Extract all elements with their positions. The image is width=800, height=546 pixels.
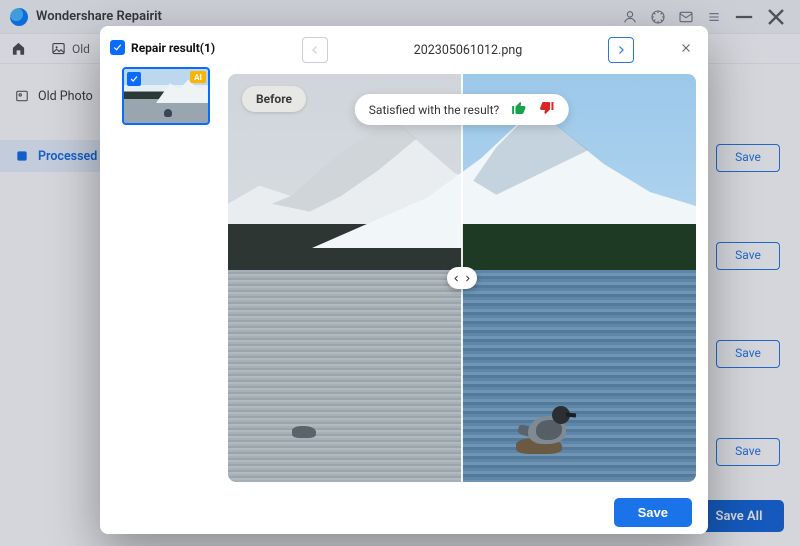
modal-sidebar: Repair result(1) AI: [100, 26, 228, 534]
checkbox-checked-icon: [110, 40, 125, 55]
before-pane: [228, 74, 462, 482]
result-thumbnail[interactable]: AI: [122, 67, 210, 125]
repair-result-toggle[interactable]: Repair result(1): [110, 40, 222, 55]
feedback-bar: Satisfied with the result?: [355, 94, 569, 125]
bird-illustration: [522, 400, 578, 444]
thumbs-up-icon[interactable]: [511, 100, 527, 119]
next-button[interactable]: [608, 37, 634, 63]
before-after-preview[interactable]: Before Satisfied with the result?: [228, 74, 696, 482]
thumb-checkbox-icon[interactable]: [127, 72, 141, 86]
compare-slider-handle[interactable]: [447, 267, 477, 289]
modal-footer: Save: [228, 490, 708, 534]
feedback-question: Satisfied with the result?: [369, 103, 499, 117]
preview-modal: Repair result(1) AI 202305061012.png: [100, 26, 708, 534]
prev-button[interactable]: [302, 37, 328, 63]
thumbs-down-icon[interactable]: [539, 100, 555, 119]
save-button[interactable]: Save: [614, 498, 692, 527]
modal-main: 202305061012.png Before Satisfied: [228, 26, 708, 534]
before-badge: Before: [242, 86, 306, 112]
after-pane: [462, 74, 696, 482]
filename-label: 202305061012.png: [414, 43, 523, 58]
modal-header: 202305061012.png: [228, 26, 708, 74]
repair-result-label: Repair result(1): [131, 41, 215, 55]
ai-badge: AI: [190, 71, 206, 83]
